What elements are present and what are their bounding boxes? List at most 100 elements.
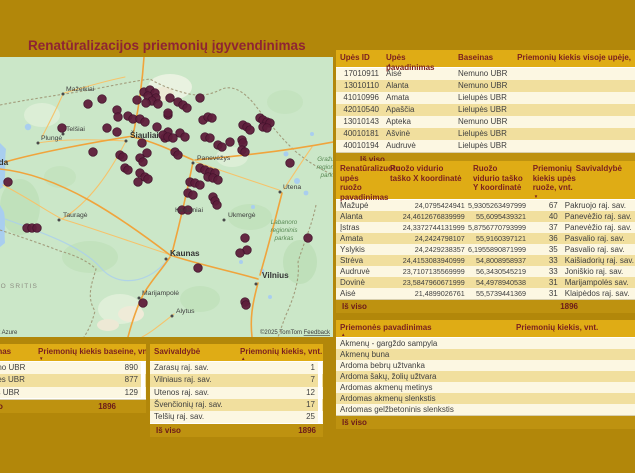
river-measure-point[interactable]: [103, 124, 112, 133]
river-measure-point[interactable]: [226, 138, 235, 147]
table-row[interactable]: Telšių raj. sav.25: [150, 411, 323, 423]
feedback-link[interactable]: Feedback: [304, 330, 331, 336]
river-measure-point[interactable]: [286, 159, 295, 168]
table-row[interactable]: Amata24,242479810755,916039712136Pasvali…: [336, 233, 635, 244]
river-measure-point[interactable]: [114, 113, 123, 122]
park-label: parkas: [320, 172, 333, 179]
river-measure-point[interactable]: [263, 124, 272, 133]
table-row[interactable]: Utenos raj. sav.12: [150, 387, 323, 399]
table-row[interactable]: 40010181AšvinėLielupės UBR: [336, 128, 635, 140]
column-header[interactable]: Baseinas: [0, 344, 34, 361]
table-row[interactable]: Švenčionių raj. sav.17: [150, 399, 323, 411]
river-measure-point[interactable]: [194, 264, 203, 273]
river-measure-point[interactable]: [142, 99, 151, 108]
table-row[interactable]: Įstras24,337274413199955,875677079399937…: [336, 222, 635, 233]
river-measure-point[interactable]: [189, 191, 198, 200]
table-row[interactable]: Ardomas akmenų metinys: [336, 382, 635, 393]
table-row[interactable]: 42010540ApaščiaLielupės UBR: [336, 104, 635, 116]
river-measure-point[interactable]: [33, 224, 42, 233]
river-measure-point[interactable]: [214, 176, 223, 185]
river-measure-point[interactable]: [218, 143, 227, 152]
column-header[interactable]: Savivaldybė: [563, 161, 635, 199]
table-row[interactable]: Yslykis24,242923835756,195589087199935Pa…: [336, 244, 635, 255]
table-row[interactable]: Vilniaus raj. sav.7: [150, 374, 323, 386]
table-row[interactable]: Zarasų raj. sav.1: [150, 362, 323, 374]
column-header[interactable]: Ruožo vidurio taško Y koordinatė: [469, 161, 529, 199]
river-measure-point[interactable]: [196, 94, 205, 103]
table-row[interactable]: 17010911AisėNemuno UBR: [336, 68, 635, 80]
river-measure-point[interactable]: [154, 100, 163, 109]
river-measure-point[interactable]: [113, 128, 122, 137]
city-label: Klaipėda: [0, 158, 9, 167]
river-measure-point[interactable]: [246, 126, 255, 135]
river-measure-point[interactable]: [183, 104, 192, 113]
table-row[interactable]: 13010143AptekaNemuno UBR: [336, 116, 635, 128]
river-measure-point[interactable]: [98, 95, 107, 104]
scrollbar[interactable]: [141, 361, 145, 398]
table-row[interactable]: Ardomas gelžbetoninis slenkstis: [336, 404, 635, 415]
river-measure-point[interactable]: [4, 178, 13, 187]
column-header[interactable]: Priemonės pavadinimas▲: [336, 320, 512, 337]
table-row[interactable]: Nemuno UBR890: [0, 362, 146, 374]
table-row[interactable]: Strėva24,415308394099954,800895893733Kai…: [336, 255, 635, 266]
river-measure-point[interactable]: [139, 158, 148, 167]
azure-attribution: Microsoft Azure: [0, 330, 18, 336]
column-header[interactable]: Priemonių kiekis, vnt.: [512, 320, 635, 337]
column-header[interactable]: Priemonių kiekis, vnt.▲: [236, 344, 318, 361]
rivers-table: Upės IDUpės pavadinimas▲BaseinasPriemoni…: [336, 50, 635, 166]
cell: Ardoma šakų, žolių užtvara: [336, 371, 512, 382]
cell: 55,9305263497999: [468, 200, 529, 211]
river-measure-point[interactable]: [236, 249, 245, 258]
river-measure-point[interactable]: [124, 166, 133, 175]
table-row[interactable]: Akmenų - gargždo sampyla: [336, 338, 635, 349]
cell: 56,3430545219: [468, 266, 529, 277]
table-row[interactable]: Ardoma šakų, žolių užtvara: [336, 371, 635, 382]
river-measure-point[interactable]: [181, 133, 190, 142]
river-measure-point[interactable]: [153, 123, 162, 132]
river-measure-point[interactable]: [134, 178, 143, 187]
table-row[interactable]: Alanta24,461267683999955,609543932140Pan…: [336, 211, 635, 222]
river-measure-point[interactable]: [208, 114, 217, 123]
column-header[interactable]: Savivaldybė: [150, 344, 236, 361]
table-row[interactable]: Akmenų buna: [336, 349, 635, 360]
river-measure-point[interactable]: [241, 148, 250, 157]
column-header[interactable]: Upės pavadinimas▲: [382, 50, 454, 67]
cell: Dovinė: [336, 277, 383, 288]
table-row[interactable]: Dovinė23,584796067199954,497894053831Mar…: [336, 277, 635, 288]
river-measure-point[interactable]: [206, 134, 215, 143]
river-measure-point[interactable]: [141, 118, 150, 127]
river-measure-point[interactable]: [89, 148, 98, 157]
column-header[interactable]: Renatūralizuoto upės ruožo pavadinimas: [336, 161, 386, 199]
river-measure-point[interactable]: [58, 124, 67, 133]
river-measure-point[interactable]: [133, 96, 142, 105]
river-measure-point[interactable]: [164, 109, 173, 118]
river-measure-point[interactable]: [196, 181, 205, 190]
cell: 41010996: [336, 92, 382, 104]
river-measure-point[interactable]: [166, 94, 175, 103]
table-row[interactable]: Aisė21,489902676155,573944136931Klaipėdo…: [336, 288, 635, 299]
river-measure-point[interactable]: [84, 100, 93, 109]
column-header[interactable]: Priemonių kiekis visoje upėje,: [534, 50, 635, 67]
table-row[interactable]: Audruvė23,710713556999956,343054521933Jo…: [336, 266, 635, 277]
river-measure-point[interactable]: [174, 151, 183, 160]
river-measure-point[interactable]: [139, 299, 148, 308]
table-row[interactable]: 13010110AlantaNemuno UBR: [336, 80, 635, 92]
river-measure-point[interactable]: [304, 234, 313, 243]
river-measure-point[interactable]: [144, 175, 153, 184]
table-row[interactable]: Ardomas akmenų slenkstis: [336, 393, 635, 404]
column-header[interactable]: Upės ID: [336, 50, 382, 67]
scrollbar[interactable]: [318, 361, 322, 423]
column-header[interactable]: Priemonių kiekis baseine, vnt.▼: [34, 344, 141, 361]
table-row[interactable]: 41010996AmataLielupės UBR: [336, 92, 635, 104]
lithuania-map[interactable]: GražutėsregioninisparkasLabanororegionin…: [0, 57, 333, 337]
table-row[interactable]: Ardoma bebrų užtvanka: [336, 360, 635, 371]
table-row[interactable]: 40010194AudruvėLielupės UBR: [336, 140, 635, 152]
column-header[interactable]: Priemonių kiekis upės ruože, vnt.▼: [529, 161, 563, 199]
cell: 54,4978940538: [468, 277, 529, 288]
river-measure-point[interactable]: [119, 153, 128, 162]
river-measure-point[interactable]: [213, 201, 222, 210]
river-measure-point[interactable]: [242, 301, 251, 310]
column-header[interactable]: Ruožo vidurio taško X koordinatė: [386, 161, 469, 199]
river-measure-point[interactable]: [241, 234, 250, 243]
table-row[interactable]: Lielupės UBR877: [0, 374, 146, 386]
